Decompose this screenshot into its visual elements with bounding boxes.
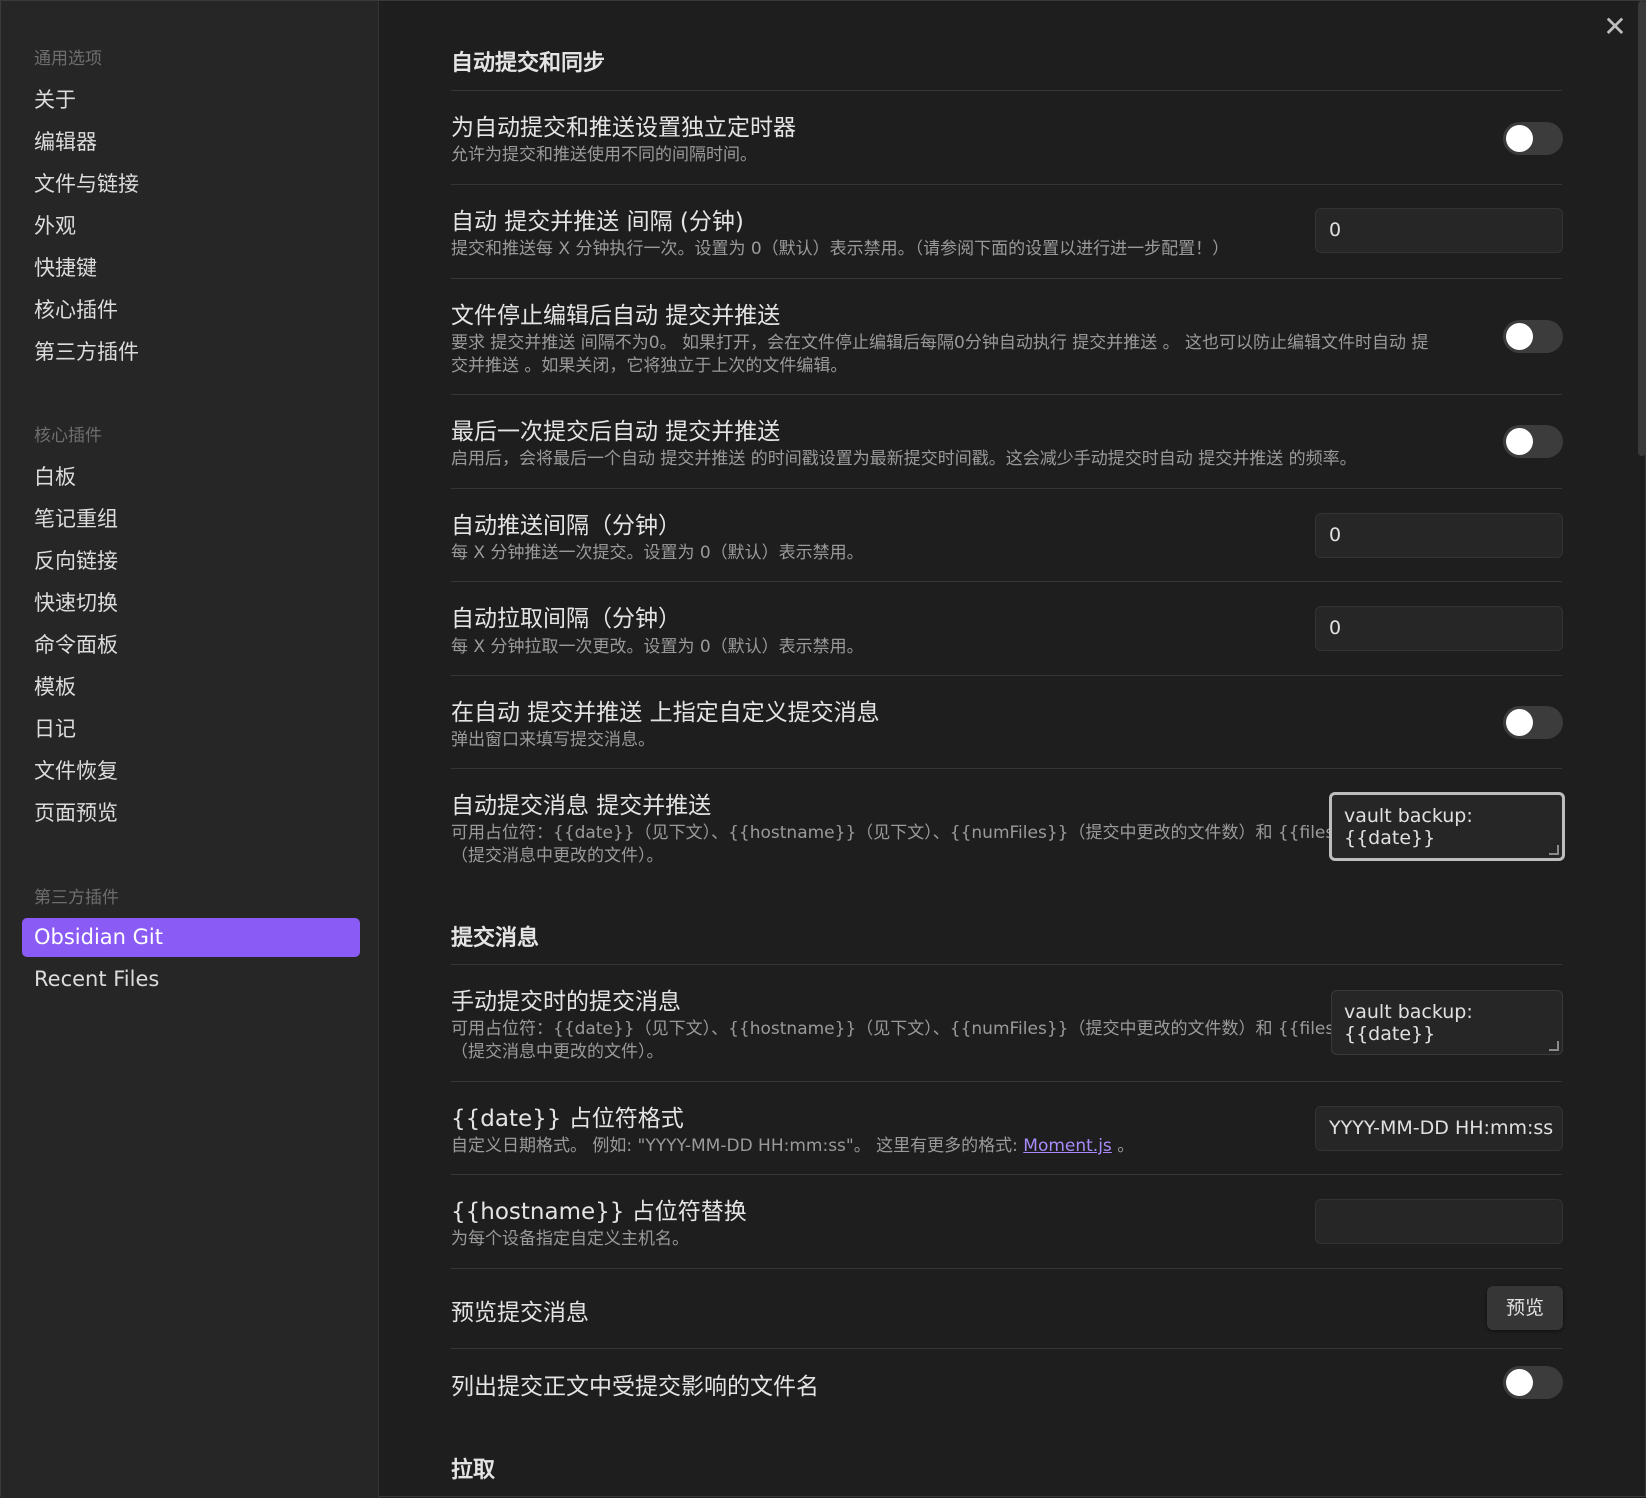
nav-item-command-palette[interactable]: 命令面板 xyxy=(22,626,360,665)
push-interval-input[interactable]: 0 xyxy=(1315,513,1563,558)
setting-desc: 提交和推送每 X 分钟执行一次。设置为 0（默认）表示禁用。（请参阅下面的设置以… xyxy=(451,239,1230,259)
nav-item-backlinks[interactable]: 反向链接 xyxy=(22,542,360,581)
manual-commit-message-textarea[interactable]: vault backup: {{date}} xyxy=(1331,990,1563,1055)
divider xyxy=(451,184,1562,185)
divider xyxy=(451,768,1562,769)
resize-grip-icon[interactable] xyxy=(1549,1041,1559,1051)
setting-name: 自动推送间隔（分钟） xyxy=(451,513,681,539)
setting-desc: （提交消息中更改的文件）。 xyxy=(451,1042,664,1062)
setting-name: 手动提交时的提交消息 xyxy=(451,989,681,1015)
toggle-knob xyxy=(1506,428,1533,455)
after-latest-commit-toggle[interactable] xyxy=(1503,425,1563,458)
setting-name: 在自动 提交并推送 上指定自定义提交消息 xyxy=(451,700,880,726)
setting-desc: 交并推送 。如果关闭，它将独立于上次的文件编辑。 xyxy=(451,356,848,376)
nav-item-quick-switcher[interactable]: 快速切换 xyxy=(22,584,360,623)
settings-window: 通用选项 关于 编辑器 文件与链接 外观 快捷键 核心插件 第三方插件 核心插件… xyxy=(0,0,1646,1498)
settings-content: 自动提交和同步 为自动提交和推送设置独立定时器 允许为提交和推送使用不同的间隔时… xyxy=(451,1,1565,1498)
separate-timer-toggle[interactable] xyxy=(1503,122,1563,155)
nav-item-templates[interactable]: 模板 xyxy=(22,668,360,707)
section-commit-message: 提交消息 xyxy=(451,926,540,951)
toggle-knob xyxy=(1506,709,1533,736)
close-icon[interactable]: ✕ xyxy=(1599,11,1631,43)
divider xyxy=(451,581,1562,582)
divider xyxy=(451,488,1562,489)
auto-commit-message-textarea[interactable]: vault backup: {{date}} xyxy=(1329,792,1565,861)
setting-name: 为自动提交和推送设置独立定时器 xyxy=(451,115,796,141)
date-format-desc-suffix: 。 xyxy=(1111,1136,1135,1156)
nav-item-about[interactable]: 关于 xyxy=(22,81,360,120)
nav-item-obsidian-git[interactable]: Obsidian Git xyxy=(22,918,360,957)
setting-name: 列出提交正文中受提交影响的文件名 xyxy=(451,1374,819,1400)
nav-item-community-plugins[interactable]: 第三方插件 xyxy=(22,333,360,372)
setting-name: 文件停止编辑后自动 提交并推送 xyxy=(451,303,781,329)
hostname-input[interactable] xyxy=(1315,1199,1563,1244)
nav-group-general: 通用选项 xyxy=(34,49,102,69)
settings-sidebar: 通用选项 关于 编辑器 文件与链接 外观 快捷键 核心插件 第三方插件 核心插件… xyxy=(1,1,379,1498)
nav-item-appearance[interactable]: 外观 xyxy=(22,207,360,246)
nav-item-core-plugins[interactable]: 核心插件 xyxy=(22,291,360,330)
pull-interval-input[interactable]: 0 xyxy=(1315,606,1563,651)
divider xyxy=(451,394,1562,395)
setting-desc: 弹出窗口来填写提交消息。 xyxy=(451,730,655,750)
divider xyxy=(451,964,1562,965)
date-format-desc: 自定义日期格式。 例如: "YYYY-MM-DD HH:mm:ss"。 这里有更… xyxy=(451,1136,1024,1156)
nav-item-canvas[interactable]: 白板 xyxy=(22,458,360,497)
setting-name: 预览提交消息 xyxy=(451,1300,589,1326)
moment-js-link[interactable]: Moment.js xyxy=(1023,1136,1112,1156)
setting-desc: 为每个设备指定自定义主机名。 xyxy=(451,1229,689,1249)
setting-desc: 允许为提交和推送使用不同的间隔时间。 xyxy=(451,145,757,165)
nav-group-community: 第三方插件 xyxy=(34,888,119,908)
setting-desc: 每 X 分钟拉取一次更改。设置为 0（默认）表示禁用。 xyxy=(451,637,864,657)
after-stop-editing-toggle[interactable] xyxy=(1503,320,1563,353)
nav-item-page-preview[interactable]: 页面预览 xyxy=(22,794,360,833)
custom-message-toggle[interactable] xyxy=(1503,706,1563,739)
nav-item-files-links[interactable]: 文件与链接 xyxy=(22,165,360,204)
divider xyxy=(451,90,1562,91)
setting-desc: 自定义日期格式。 例如: "YYYY-MM-DD HH:mm:ss"。 这里有更… xyxy=(451,1134,1134,1158)
divider xyxy=(451,1348,1562,1349)
setting-name: 最后一次提交后自动 提交并推送 xyxy=(451,419,781,445)
divider xyxy=(451,1081,1562,1082)
setting-name: 自动拉取间隔（分钟） xyxy=(451,606,681,632)
toggle-knob xyxy=(1506,323,1533,350)
commit-push-interval-input[interactable]: 0 xyxy=(1315,208,1563,253)
setting-desc: （提交消息中更改的文件）。 xyxy=(451,846,664,866)
setting-desc: 每 X 分钟推送一次提交。设置为 0（默认）表示禁用。 xyxy=(451,543,864,563)
date-format-input[interactable]: YYYY-MM-DD HH:mm:ss xyxy=(1315,1106,1563,1151)
divider xyxy=(451,278,1562,279)
divider xyxy=(451,1174,1562,1175)
nav-item-recent-files[interactable]: Recent Files xyxy=(22,960,360,999)
divider xyxy=(451,675,1562,676)
scrollbar[interactable] xyxy=(1638,1,1646,456)
nav-item-daily-notes[interactable]: 日记 xyxy=(22,710,360,749)
setting-desc: 可用占位符：{{date}}（见下文）、{{hostname}}（见下文）、{{… xyxy=(451,1019,1356,1039)
section-auto-commit: 自动提交和同步 xyxy=(451,51,606,76)
nav-item-editor[interactable]: 编辑器 xyxy=(22,123,360,162)
toggle-knob xyxy=(1506,125,1533,152)
list-files-toggle[interactable] xyxy=(1503,1366,1563,1399)
textarea-value: vault backup: {{date}} xyxy=(1344,805,1473,849)
nav-item-note-composer[interactable]: 笔记重组 xyxy=(22,500,360,539)
divider xyxy=(451,1268,1562,1269)
nav-item-hotkeys[interactable]: 快捷键 xyxy=(22,249,360,288)
textarea-value: vault backup: {{date}} xyxy=(1344,1001,1473,1045)
nav-item-file-recovery[interactable]: 文件恢复 xyxy=(22,752,360,791)
toggle-knob xyxy=(1506,1369,1533,1396)
preview-button[interactable]: 预览 xyxy=(1487,1286,1563,1330)
setting-name: {{hostname}} 占位符替换 xyxy=(451,1199,747,1225)
setting-name: {{date}} 占位符格式 xyxy=(451,1106,684,1132)
section-pull: 拉取 xyxy=(451,1458,496,1483)
setting-name: 自动 提交并推送 间隔 (分钟) xyxy=(451,209,744,235)
setting-name: 自动提交消息 提交并推送 xyxy=(451,793,712,819)
setting-desc: 启用后，会将最后一个自动 提交并推送 的时间戳设置为最新提交时间戳。这会减少手动… xyxy=(451,449,1357,469)
setting-desc: 可用占位符：{{date}}（见下文）、{{hostname}}（见下文）、{{… xyxy=(451,823,1356,843)
resize-grip-icon[interactable] xyxy=(1549,845,1559,855)
nav-group-core: 核心插件 xyxy=(34,426,102,446)
setting-desc: 要求 提交并推送 间隔不为0。 如果打开，会在文件停止编辑后每隔0分钟自动执行 … xyxy=(451,333,1429,353)
